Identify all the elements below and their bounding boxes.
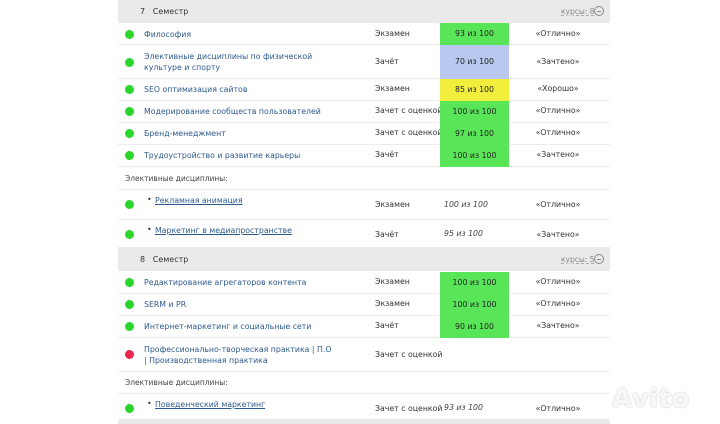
course-name-link[interactable]: Трудоустройство и развитие карьеры <box>144 150 300 161</box>
exam-type: Зачет с оценкой <box>375 106 443 115</box>
bullet: • <box>147 399 152 408</box>
status-dot-icon <box>125 129 134 138</box>
score-text: 93 из 100 <box>444 403 483 412</box>
grade-text: «Хорошо» <box>537 84 579 93</box>
table-bottom-bar <box>118 419 610 424</box>
exam-type: Зачёт <box>375 57 399 66</box>
semester-title: 7 Семестр <box>140 7 188 16</box>
course-name-link[interactable]: SERM и PR <box>144 299 186 310</box>
grade-text: «Отлично» <box>535 277 581 286</box>
exam-type: Экзамен <box>375 299 410 308</box>
grade-text: «Зачтено» <box>536 230 580 239</box>
elective-row: • Маркетинг в медиапространстве Зачёт 95… <box>118 220 610 248</box>
exam-type: Зачёт <box>375 230 399 239</box>
score-cell: 100 из 100 <box>440 294 509 316</box>
grade-text: «Отлично» <box>535 29 581 38</box>
table-row: Редактирование агрегаторов контента Экза… <box>118 272 610 294</box>
status-dot-icon <box>125 230 134 239</box>
exam-type: Экзамен <box>375 84 410 93</box>
status-dot-icon <box>125 58 134 67</box>
status-dot-icon <box>125 350 134 359</box>
course-name-link[interactable]: Модерирование сообществ пользователей <box>144 106 321 117</box>
elective-name-link[interactable]: Рекламная анимация <box>155 195 243 206</box>
grade-text: «Отлично» <box>535 128 581 137</box>
table-row: SEO оптимизация сайтов Экзамен 85 из 100… <box>118 79 610 101</box>
status-dot-icon <box>125 85 134 94</box>
electives-label-row: Элективные дисциплины: <box>118 167 610 190</box>
courses-count[interactable]: курсы: 8 <box>561 7 594 16</box>
electives-label: Элективные дисциплины: <box>125 174 228 183</box>
bullet: • <box>147 195 152 204</box>
exam-type: Зачет с оценкой <box>375 404 443 413</box>
table-row: Философия Экзамен 93 из 100 «Отлично» <box>118 23 610 45</box>
exam-type: Экзамен <box>375 277 410 286</box>
status-dot-icon <box>125 30 134 39</box>
course-name-link[interactable]: Элективные дисциплины по физической куль… <box>144 51 324 73</box>
electives-label: Элективные дисциплины: <box>125 378 228 387</box>
table-row: Бренд-менеджмент Зачет с оценкой 97 из 1… <box>118 123 610 145</box>
grade-text: «Отлично» <box>535 106 581 115</box>
elective-row: • Поведенческий маркетинг Зачет с оценко… <box>118 394 610 419</box>
elective-row: • Рекламная анимация Экзамен 100 из 100 … <box>118 190 610 220</box>
course-name-link[interactable]: Интернет-маркетинг и социальные сети <box>144 321 311 332</box>
exam-type: Зачет с оценкой <box>375 350 443 359</box>
table-row: Профессионально-творческая практика | П.… <box>118 338 610 372</box>
score-cell: 100 из 100 <box>440 145 509 167</box>
semester-label: Семестр <box>152 7 189 16</box>
course-name-link[interactable]: Редактирование агрегаторов контента <box>144 277 306 288</box>
bullet: • <box>147 225 152 234</box>
course-name-link[interactable]: Философия <box>144 29 191 40</box>
table-row: Трудоустройство и развитие карьеры Зачёт… <box>118 145 610 167</box>
exam-type: Экзамен <box>375 29 410 38</box>
grade-text: «Зачтено» <box>536 57 580 66</box>
grade-text: «Отлично» <box>535 299 581 308</box>
table-row: Модерирование сообществ пользователей За… <box>118 101 610 123</box>
status-dot-icon <box>125 151 134 160</box>
score-cell: 100 из 100 <box>440 101 509 123</box>
semester-header[interactable]: 8 Семестр курсы: 5 <box>118 248 610 271</box>
score-cell: 70 из 100 <box>440 45 509 79</box>
score-cell: 85 из 100 <box>440 79 509 101</box>
table-row: SERM и PR Экзамен 100 из 100 «Отлично» <box>118 294 610 316</box>
page: 7 Семестр курсы: 8 Философия Экзамен 93 … <box>0 0 720 424</box>
score-cell: 97 из 100 <box>440 123 509 145</box>
status-dot-icon <box>125 107 134 116</box>
elective-name-link[interactable]: Поведенческий маркетинг <box>155 399 265 410</box>
collapse-icon[interactable] <box>594 254 604 264</box>
courses-count[interactable]: курсы: 5 <box>561 255 594 264</box>
table-row: Интернет-маркетинг и социальные сети Зач… <box>118 316 610 338</box>
course-name-link[interactable]: Бренд-менеджмент <box>144 128 226 139</box>
elective-name-link[interactable]: Маркетинг в медиапространстве <box>155 225 292 236</box>
grade-text: «Отлично» <box>535 200 581 209</box>
semester-header[interactable]: 7 Семестр курсы: 8 <box>118 0 610 23</box>
avito-watermark: Avito <box>612 384 690 414</box>
semester-title: 8 Семестр <box>140 255 188 264</box>
score-text: 95 из 100 <box>444 229 483 238</box>
semester-number: 7 <box>140 7 146 16</box>
status-dot-icon <box>125 404 134 413</box>
exam-type: Экзамен <box>375 200 410 209</box>
collapse-icon[interactable] <box>594 6 604 16</box>
exam-type: Зачёт <box>375 150 399 159</box>
score-cell: 93 из 100 <box>440 23 509 45</box>
semester-label: Семестр <box>152 255 189 264</box>
grade-text: «Отлично» <box>535 404 581 413</box>
semester-number: 8 <box>140 255 146 264</box>
course-name-link[interactable]: SEO оптимизация сайтов <box>144 84 247 95</box>
score-cell: 90 из 100 <box>440 316 509 338</box>
grade-text: «Зачтено» <box>536 321 580 330</box>
score-cell: 100 из 100 <box>440 272 509 294</box>
exam-type: Зачет с оценкой <box>375 128 443 137</box>
status-dot-icon <box>125 200 134 209</box>
status-dot-icon <box>125 322 134 331</box>
score-text: 100 из 100 <box>444 200 488 209</box>
table-row: Элективные дисциплины по физической куль… <box>118 45 610 79</box>
exam-type: Зачёт <box>375 321 399 330</box>
status-dot-icon <box>125 300 134 309</box>
status-dot-icon <box>125 278 134 287</box>
course-name-link[interactable]: Профессионально-творческая практика | П.… <box>144 344 334 366</box>
grade-text: «Зачтено» <box>536 150 580 159</box>
electives-label-row: Элективные дисциплины: <box>118 372 610 394</box>
